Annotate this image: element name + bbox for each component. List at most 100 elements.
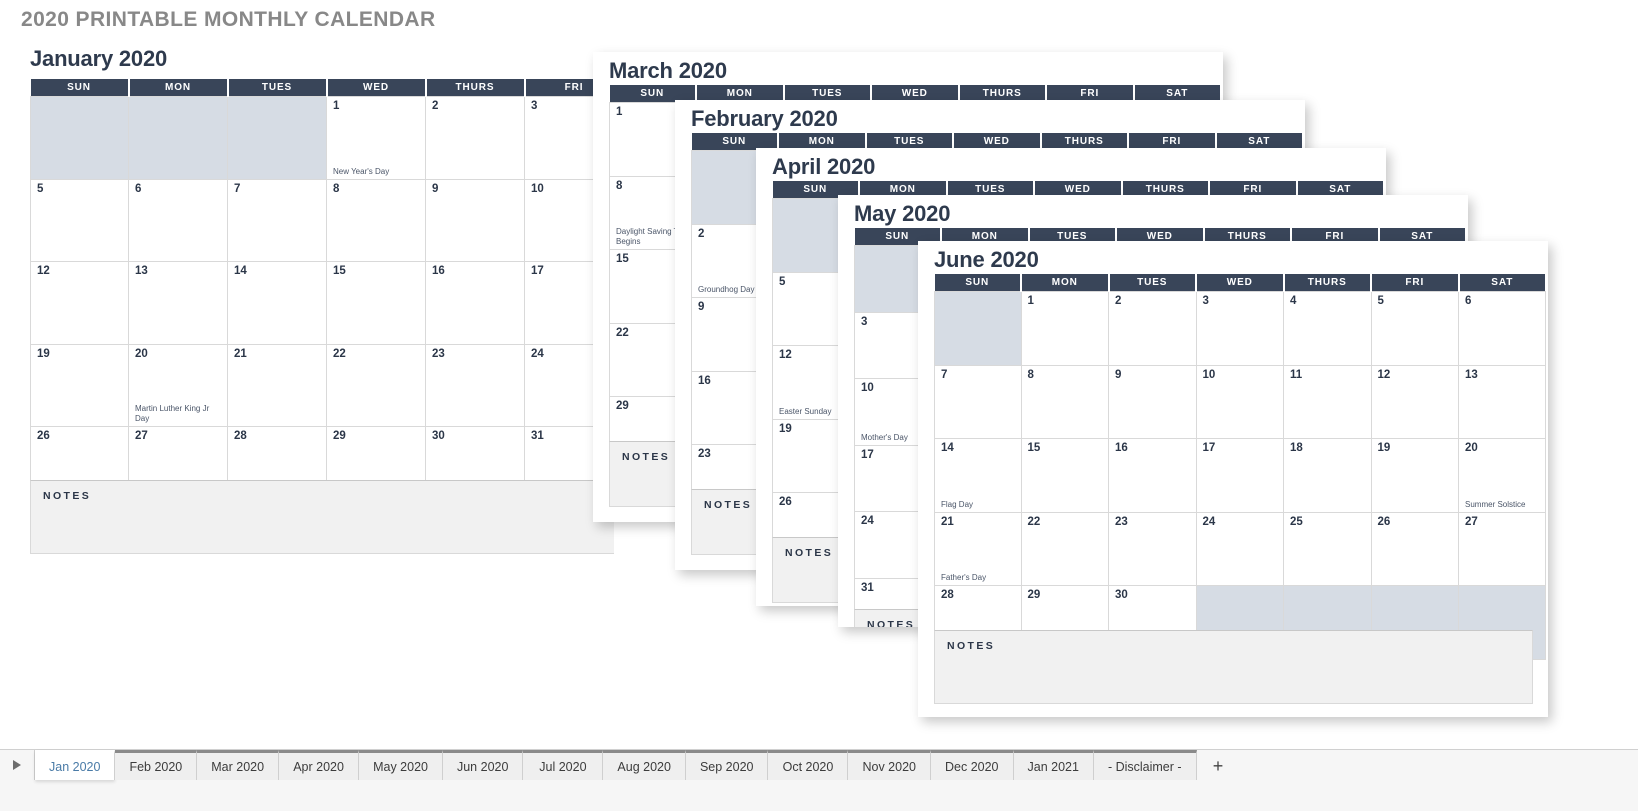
sheet-tab-nov-2020[interactable]: Nov 2020 [848,750,931,780]
sheet-tab-jan-2020[interactable]: Jan 2020 [35,750,116,780]
calendar-cell-empty[interactable] [128,96,228,180]
calendar-week-row: 12131415161718 [30,261,614,345]
calendar-cell-day-8[interactable]: 8 [326,178,426,262]
day-number: 27 [135,430,148,442]
sheet-tab-feb-2020[interactable]: Feb 2020 [115,750,198,780]
calendar-cell-day-20[interactable]: 20 Summer Solstice [1458,438,1546,513]
calendar-cell-day-19[interactable]: 19 [30,343,129,427]
calendar-cell-day-6[interactable]: 6 [128,178,228,262]
day-number: 16 [1115,442,1128,454]
calendar-cell-day-14[interactable]: 14 [227,261,327,345]
calendar-cell-day-24[interactable]: 24 [1195,511,1284,586]
calendar-cell-day-21[interactable]: 21 Father's Day [934,511,1022,586]
calendar-cell-day-17[interactable]: 17 [1195,438,1284,513]
day-number: 7 [234,182,241,195]
sheet-tab-jan-2021[interactable]: Jan 2021 [1013,750,1094,780]
day-number: 10 [1202,368,1216,381]
calendar-cell-day-5[interactable]: 5 [30,178,129,262]
calendar-cell-empty[interactable] [30,96,129,180]
sheet-tab-oct-2020[interactable]: Oct 2020 [768,750,849,780]
sheet-tab-disclaimer[interactable]: - Disclaimer - [1093,750,1197,780]
calendar-cell-day-11[interactable]: 11 [1283,364,1372,439]
notes-area-january[interactable]: NOTES [30,479,614,554]
day-number: 21 [941,515,954,528]
calendar-grid-june[interactable]: SUN MON TUES WED THURS FRI SAT 1 2 3 4 5 6 7 8 9 10 11 12 1… [934,274,1546,660]
calendar-cell-day-20[interactable]: 20 Martin Luther King Jr Day [128,343,228,427]
holiday-label: Flag Day [941,499,974,509]
calendar-cell-day-7[interactable]: 7 [227,178,327,262]
calendar-cell-day-18[interactable]: 18 [1283,438,1372,513]
calendar-cell-day-16[interactable]: 16 [1108,438,1197,513]
calendar-cell-day-12[interactable]: 12 [30,261,129,345]
calendar-cell-day-6[interactable]: 6 [1458,291,1546,366]
sheet-tab-mar-2020[interactable]: Mar 2020 [197,750,280,780]
calendar-cell-day-1[interactable]: 1 New Year's Day [326,96,426,180]
calendar-cell-day-14[interactable]: 14 Flag Day [934,438,1022,513]
calendar-cell-day-2[interactable]: 2 [425,96,525,180]
add-sheet-button[interactable]: + [1196,750,1241,780]
calendar-cell-day-9[interactable]: 9 [1108,364,1197,439]
calendar-cell-day-7[interactable]: 7 [934,364,1022,439]
calendar-cell-day-25[interactable]: 25 [1283,511,1372,586]
calendar-cell-day-2[interactable]: 2 [1108,291,1197,366]
calendar-cell-day-22[interactable]: 22 [326,343,426,427]
day-number: 7 [941,368,948,381]
day-number: 4 [1290,295,1297,307]
calendar-cell-day-8[interactable]: 8 [1020,364,1109,439]
calendar-cell-day-9[interactable]: 9 [425,178,525,262]
calendar-cell-day-27[interactable]: 27 [1458,511,1546,586]
calendar-cell-day-3[interactable]: 3 [1195,291,1284,366]
calendar-cell-day-21[interactable]: 21 [227,343,327,427]
day-number: 13 [135,265,148,277]
day-number: 30 [1115,589,1128,601]
day-number: 22 [1027,515,1041,528]
calendar-cell-day-15[interactable]: 15 [326,261,426,345]
sheet-tab-sep-2020[interactable]: Sep 2020 [685,750,769,780]
sheet-tab-list: Jan 2020 Feb 2020 Mar 2020 Apr 2020 May 2020… [0,750,1638,780]
sheet-tab-dec-2020[interactable]: Dec 2020 [931,750,1014,780]
day-number: 8 [1027,368,1034,381]
day-number: 5 [1377,295,1384,307]
sheet-tab-may-2020[interactable]: May 2020 [359,750,443,780]
calendar-cell-day-16[interactable]: 16 [425,261,525,345]
day-number: 28 [941,589,954,601]
calendar-cell-day-22[interactable]: 22 [1020,511,1109,586]
day-number: 27 [1465,515,1478,528]
calendar-cell-empty[interactable] [934,291,1022,366]
holiday-label: Father's Day [941,573,987,582]
calendar-cell-day-13[interactable]: 13 [128,261,228,345]
calendar-cell-day-10[interactable]: 10 [1195,364,1284,439]
calendar-cell-empty[interactable] [227,96,327,180]
holiday-label: Martin Luther King Jr Day [135,404,210,423]
horizontal-scrollbar-track[interactable] [0,737,1638,748]
sheet-tab-aug-2020[interactable]: Aug 2020 [603,750,686,780]
weekday-header-row: SUNMONTUESWEDTHURSFRISAT [30,79,614,97]
day-number: 24 [1202,515,1216,528]
notes-area-june[interactable]: NOTES [934,629,1533,704]
day-number: 2 [1115,295,1122,307]
spreadsheet-window: 2020 PRINTABLE MONTHLY CALENDAR January … [0,0,1638,811]
calendar-cell-day-12[interactable]: 12 [1370,364,1459,439]
calendar-cell-day-4[interactable]: 4 [1283,291,1372,366]
day-number: 12 [37,265,50,277]
calendar-cell-day-1[interactable]: 1 [1020,291,1109,366]
calendar-grid-january[interactable]: SUNMONTUESWEDTHURSFRISAT 1 New Year's Day 2… [30,79,614,510]
sheet-tab-bar-filler [1240,750,1638,780]
calendar-cell-day-5[interactable]: 5 [1370,291,1459,366]
calendar-week-row: 1 2 3 4 5 6 [934,291,1546,366]
day-number: 12 [1377,368,1391,381]
calendar-cell-day-26[interactable]: 26 [1370,511,1459,586]
day-number: 25 [1290,515,1303,528]
calendar-title-may: May 2020 [854,201,951,226]
calendar-cell-day-13[interactable]: 13 [1458,364,1546,439]
calendar-cell-day-19[interactable]: 19 [1370,438,1459,513]
day-number: 9 [432,182,439,195]
sheet-nav-next-button[interactable] [0,750,35,780]
sheet-tab-jun-2020[interactable]: Jun 2020 [442,750,524,780]
sheet-tab-jul-2020[interactable]: Jul 2020 [523,750,604,780]
calendar-cell-day-23[interactable]: 23 [425,343,525,427]
calendar-cell-day-23[interactable]: 23 [1108,511,1197,586]
sheet-tab-apr-2020[interactable]: Apr 2020 [279,750,360,780]
calendar-card-january: January 2020 SUNMONTUESWEDTHURSFRISAT 1 New… [14,46,614,563]
calendar-cell-day-15[interactable]: 15 [1020,438,1109,513]
